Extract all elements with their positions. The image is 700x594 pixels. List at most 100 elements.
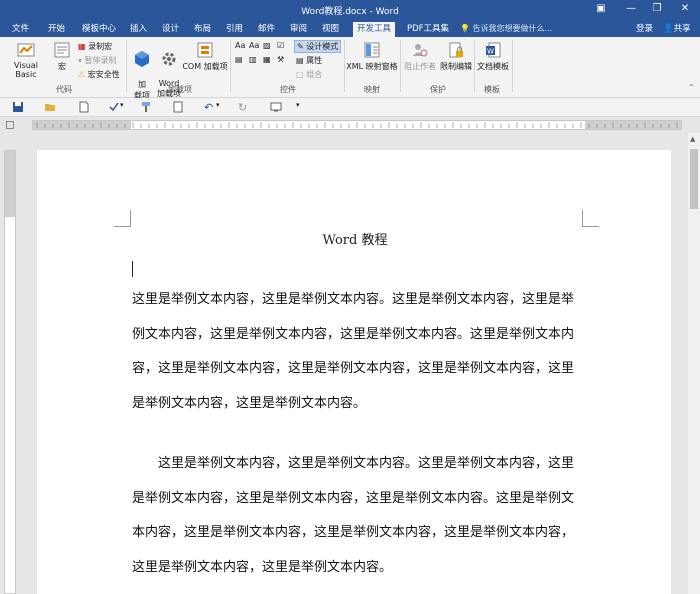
ribbon-developer: Visual Basic 宏 ▦ 录制宏 ⏸ 暂停录制 ⚠ 宏安全性 代码 加 … bbox=[0, 37, 700, 101]
crop-mark-top-left bbox=[114, 210, 131, 227]
warning-icon: ⚠ bbox=[78, 70, 86, 79]
customize-qat-icon[interactable]: ▾ bbox=[296, 101, 308, 113]
com-addins-icon bbox=[197, 42, 213, 58]
undo-dropdown-icon[interactable]: ▾ bbox=[216, 101, 228, 113]
group-label: 组合 bbox=[306, 70, 323, 79]
vertical-ruler[interactable] bbox=[4, 150, 16, 594]
new-document-icon[interactable] bbox=[78, 101, 90, 113]
share-label: 共享 bbox=[673, 24, 691, 34]
ribbon-display-options-icon[interactable]: ▣ bbox=[592, 2, 610, 16]
ruler-track bbox=[32, 120, 682, 130]
addins-label: 加 载项 bbox=[134, 80, 150, 100]
addins-button[interactable]: 加 载项 bbox=[130, 41, 154, 101]
group-label-addins: 加载项 bbox=[168, 85, 192, 94]
format-painter-icon[interactable] bbox=[140, 101, 152, 113]
xml-mapping-pane-button[interactable]: XML 映射窗格 bbox=[346, 41, 398, 72]
document-template-button[interactable]: W 文档模板 bbox=[476, 41, 510, 72]
tab-developer[interactable]: 开发工具 bbox=[353, 22, 396, 37]
group-button[interactable]: ▢ 组合 bbox=[296, 69, 322, 80]
tab-home[interactable]: 开始 bbox=[44, 22, 69, 37]
ruler-ticks bbox=[36, 122, 678, 128]
properties-icon: ▤ bbox=[296, 56, 304, 65]
macros-button[interactable]: 宏 bbox=[52, 41, 72, 72]
addins-cube-icon bbox=[135, 51, 149, 67]
picture-control-icon[interactable]: ▨ bbox=[263, 41, 271, 50]
com-addins-button[interactable]: COM 加载项 bbox=[182, 41, 228, 72]
quick-access-toolbar: ▾ ↶ ▾ ↻ ▾ bbox=[0, 98, 700, 117]
visual-basic-label: Visual Basic bbox=[14, 61, 38, 79]
sign-in-link[interactable]: 登录 bbox=[636, 22, 653, 36]
date-picker-control-icon[interactable]: ▦ bbox=[263, 55, 271, 64]
ribbon-tabs: 文件 开始 模板中心 插入 设计 布局 引用 邮件 审阅 视图 开发工具 PDF… bbox=[0, 20, 700, 37]
pause-recording-button[interactable]: ⏸ 暂停录制 bbox=[78, 55, 117, 66]
tab-mailings[interactable]: 邮件 bbox=[254, 22, 279, 37]
block-authors-icon bbox=[413, 44, 428, 57]
group-separator bbox=[344, 40, 345, 92]
spelling-check-icon[interactable] bbox=[108, 101, 120, 113]
tab-design[interactable]: 设计 bbox=[158, 22, 183, 37]
tab-selector-icon[interactable] bbox=[6, 121, 14, 129]
open-folder-icon[interactable] bbox=[44, 101, 56, 113]
minimize-button[interactable]: — bbox=[622, 2, 640, 16]
close-button[interactable]: ✕ bbox=[676, 2, 694, 16]
tab-review[interactable]: 审阅 bbox=[286, 22, 311, 37]
properties-button[interactable]: ▤ 属性 bbox=[296, 55, 322, 66]
horizontal-ruler[interactable] bbox=[0, 117, 700, 133]
combo-box-control-icon[interactable]: ▥ bbox=[249, 55, 257, 64]
building-block-control-icon[interactable]: ▤ bbox=[235, 55, 243, 64]
redo-icon[interactable]: ↻ bbox=[238, 101, 250, 114]
tab-template-center[interactable]: 模板中心 bbox=[78, 22, 120, 37]
person-icon: 👤 bbox=[663, 24, 674, 34]
tab-view[interactable]: 视图 bbox=[318, 22, 343, 37]
share-button[interactable]: 👤共享 bbox=[663, 22, 691, 36]
checkbox-control-icon[interactable]: ☑ bbox=[277, 41, 284, 50]
group-separator bbox=[126, 40, 127, 92]
macro-security-button[interactable]: ⚠ 宏安全性 bbox=[78, 69, 120, 80]
group-separator bbox=[400, 40, 401, 92]
scroll-up-icon[interactable]: ▲ bbox=[690, 135, 695, 143]
save-icon[interactable] bbox=[12, 101, 24, 113]
dropdown-arrow-icon[interactable]: ▾ bbox=[120, 101, 132, 113]
record-macro-button[interactable]: ▦ 录制宏 bbox=[78, 41, 112, 52]
visual-basic-icon bbox=[17, 43, 35, 57]
plain-text-control[interactable]: Aa bbox=[249, 41, 259, 50]
tab-insert[interactable]: 插入 bbox=[126, 22, 151, 37]
group-separator bbox=[512, 40, 513, 92]
touch-mode-icon[interactable] bbox=[270, 101, 282, 113]
document-paragraph[interactable]: 这里是举例文本内容，这里是举例文本内容。这里是举例文本内容，这里是举例文本内容，… bbox=[132, 283, 584, 421]
block-authors-button[interactable]: 阻止作者 bbox=[402, 41, 438, 72]
vertical-ruler-top-margin bbox=[5, 151, 15, 217]
vertical-scrollbar[interactable]: ▲ bbox=[688, 133, 700, 594]
lightbulb-icon: 💡 bbox=[460, 24, 470, 33]
document-paragraph[interactable]: 这里是举例文本内容，这里是举例文本内容。这里是举例文本内容，这里是举例文本内容，… bbox=[132, 447, 584, 585]
maximize-button[interactable]: ❐ bbox=[648, 2, 666, 16]
tab-references[interactable]: 引用 bbox=[222, 22, 247, 37]
tell-me-search[interactable]: 💡 告诉我您想要做什么... bbox=[460, 22, 552, 36]
scrollbar-thumb[interactable] bbox=[690, 149, 698, 209]
design-mode-button[interactable]: ✎ 设计模式 bbox=[294, 40, 342, 53]
document-heading[interactable]: Word 教程 bbox=[130, 229, 580, 248]
macro-security-label: 宏安全性 bbox=[87, 70, 120, 79]
undo-icon[interactable]: ↶ bbox=[204, 101, 216, 114]
pause-icon: ⏸ bbox=[78, 56, 82, 65]
tab-file[interactable]: 文件 bbox=[8, 22, 33, 37]
record-icon: ▦ bbox=[78, 42, 86, 51]
legacy-tools-icon[interactable]: ⚒ bbox=[277, 55, 284, 64]
lock-document-icon bbox=[449, 42, 463, 58]
group-label-controls: 控件 bbox=[280, 85, 296, 94]
group-label-mapping: 映射 bbox=[364, 85, 380, 94]
title-bar: Word教程.docx - Word ▣ — ❐ ✕ bbox=[0, 0, 700, 20]
com-addins-label: COM 加载项 bbox=[182, 62, 228, 71]
restrict-editing-label: 限制编辑 bbox=[440, 62, 472, 71]
restrict-editing-button[interactable]: 限制编辑 bbox=[438, 41, 474, 72]
collapse-ribbon-icon[interactable]: ⌃ bbox=[688, 83, 695, 92]
tell-me-text: 告诉我您想要做什么... bbox=[472, 24, 553, 33]
xml-mapping-label: XML 映射窗格 bbox=[346, 62, 398, 71]
group-icon: ▢ bbox=[296, 70, 304, 79]
print-preview-icon[interactable] bbox=[172, 101, 184, 113]
tab-pdf-tools[interactable]: PDF工具集 bbox=[403, 22, 453, 37]
visual-basic-button[interactable]: Visual Basic bbox=[4, 41, 48, 79]
record-macro-label: 录制宏 bbox=[88, 42, 113, 51]
rich-text-control[interactable]: Aa bbox=[235, 41, 245, 50]
tab-layout[interactable]: 布局 bbox=[190, 22, 215, 37]
